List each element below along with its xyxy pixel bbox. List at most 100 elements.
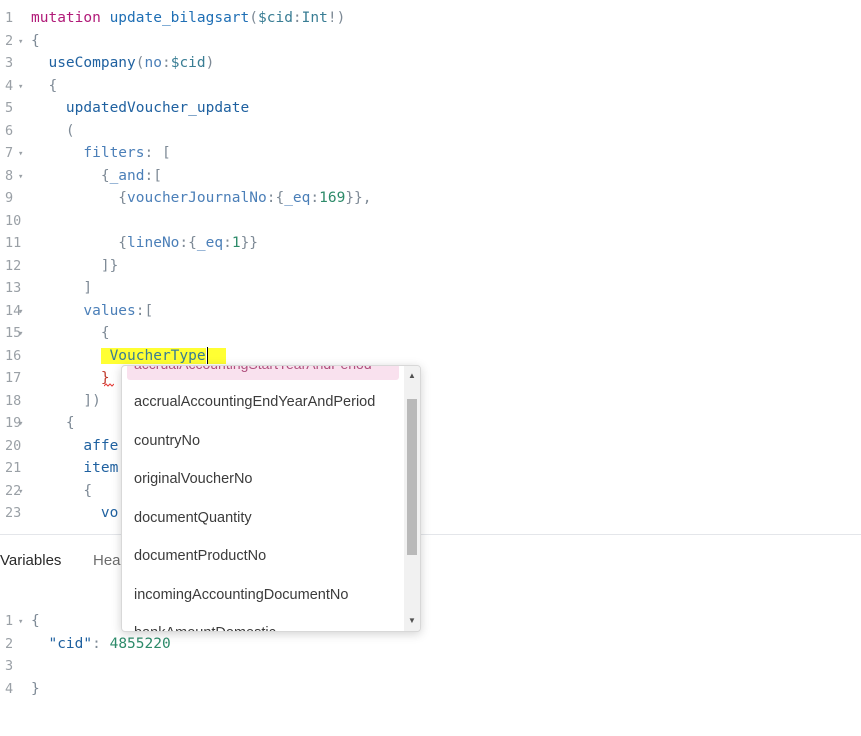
code-token: :[ xyxy=(144,167,162,184)
autocomplete-item-partial[interactable]: accrualAccountingStartYearAndPeriod xyxy=(127,366,399,380)
variables-line: 4} xyxy=(0,678,861,700)
autocomplete-item[interactable]: originalVoucherNo xyxy=(134,471,253,487)
line-number: 15 xyxy=(5,325,22,341)
code-text: {lineNo:{_eq:1}} xyxy=(31,232,258,254)
code-token: { xyxy=(31,415,75,431)
code-token: voucherJournalNo xyxy=(127,190,267,206)
code-text: filters: [ xyxy=(31,142,170,164)
code-token: ]} xyxy=(31,257,119,274)
fold-arrow-icon[interactable]: ▾ xyxy=(18,31,23,53)
scroll-up-arrow-icon[interactable]: ▲ xyxy=(404,368,420,384)
fold-arrow-icon[interactable]: ▾ xyxy=(18,413,23,435)
fold-arrow-icon[interactable]: ▾ xyxy=(18,143,23,165)
highlighted-token xyxy=(208,347,226,364)
code-token: 1 xyxy=(231,235,241,251)
line-number: 13 xyxy=(5,280,22,296)
editor-line: 6 ( xyxy=(0,120,861,142)
editor-line: 2 ▾ { xyxy=(0,30,861,52)
code-token: vo xyxy=(100,505,119,521)
autocomplete-item[interactable]: bankAmountDomestic xyxy=(134,625,276,631)
highlighted-token: VoucherType xyxy=(100,347,206,364)
line-number: 17 xyxy=(5,370,22,386)
code-text: values:[ xyxy=(31,300,153,322)
code-token: ) xyxy=(205,55,215,71)
fold-arrow-icon[interactable]: ▾ xyxy=(18,166,23,188)
editor-line: 1 mutation update_bilagsart($cid:Int!) xyxy=(0,7,861,29)
fold-arrow-icon[interactable]: ▾ xyxy=(18,611,23,633)
code-text: { xyxy=(31,75,57,97)
line-number: 18 xyxy=(5,392,22,409)
code-token: { xyxy=(31,482,93,499)
code-token: $cid xyxy=(170,55,206,71)
scroll-down-arrow-icon[interactable]: ▼ xyxy=(404,613,420,629)
autocomplete-item[interactable]: accrualAccountingEndYearAndPeriod xyxy=(134,394,375,410)
line-number: 3 xyxy=(5,55,14,71)
code-token: item xyxy=(83,460,119,476)
line-number: 10 xyxy=(5,212,22,229)
code-text: ] xyxy=(31,277,92,299)
code-token: !) xyxy=(327,10,346,26)
code-token: affe xyxy=(83,437,119,454)
scrollbar-thumb[interactable] xyxy=(407,399,417,555)
line-number: 11 xyxy=(5,235,22,251)
code-token: _eq xyxy=(196,235,224,251)
variables-line: 2 "cid": 4855220 xyxy=(0,633,861,655)
autocomplete-item[interactable]: incomingAccountingDocumentNo xyxy=(134,587,348,603)
code-text: {voucherJournalNo:{_eq:169}}, xyxy=(31,187,371,209)
editor-line: 3 useCompany(no:$cid) xyxy=(0,52,861,74)
code-token: } xyxy=(31,680,40,697)
line-number: 2 xyxy=(5,635,14,652)
code-token: ]) xyxy=(31,392,101,409)
code-token: Int xyxy=(301,10,328,26)
fold-arrow-icon[interactable]: ▾ xyxy=(18,301,23,323)
code-text: vo xyxy=(31,502,118,524)
editor-line: 5 updatedVoucher_update xyxy=(0,97,861,119)
code-text: {_and:[ xyxy=(31,165,162,187)
code-text: ]} xyxy=(31,255,118,277)
autocomplete-item[interactable]: documentQuantity xyxy=(134,510,252,526)
code-text: { xyxy=(31,322,110,344)
code-token: { xyxy=(31,167,110,184)
line-number: 6 xyxy=(5,122,14,139)
editor-line: 14 ▾ values:[ xyxy=(0,300,861,322)
autocomplete-list: accrualAccountingStartYearAndPeriod accr… xyxy=(122,366,403,631)
autocomplete-popup[interactable]: accrualAccountingStartYearAndPeriod accr… xyxy=(121,365,421,632)
autocomplete-item[interactable]: documentProductNo xyxy=(134,548,266,564)
code-token: _and xyxy=(109,167,145,184)
fold-arrow-icon[interactable]: ▾ xyxy=(18,481,23,503)
code-token: { xyxy=(31,32,40,49)
line-number: 1 xyxy=(5,613,14,629)
code-token: update_bilagsart xyxy=(109,10,250,26)
code-text: { xyxy=(31,30,40,52)
tab-variables[interactable]: Variables xyxy=(0,552,61,569)
fold-arrow-icon[interactable]: ▾ xyxy=(18,323,23,345)
autocomplete-item[interactable]: countryNo xyxy=(134,433,200,449)
editor-line: 10 xyxy=(0,210,861,232)
code-token: values xyxy=(83,302,136,319)
code-text: VoucherType xyxy=(31,345,226,367)
line-number: 1 xyxy=(5,10,14,26)
code-token: : xyxy=(161,55,171,71)
code-text: { xyxy=(31,610,40,632)
tab-headers[interactable]: Hea xyxy=(93,552,121,569)
line-number: 5 xyxy=(5,100,14,116)
code-token: ( xyxy=(135,55,145,71)
editor-line: 15 ▾ { xyxy=(0,322,861,344)
code-token: : xyxy=(92,635,110,652)
autocomplete-scrollbar[interactable]: ▲ ▼ xyxy=(404,366,420,631)
fold-arrow-icon[interactable]: ▾ xyxy=(18,76,23,98)
code-token: { xyxy=(31,77,58,94)
line-number: 3 xyxy=(5,658,14,674)
line-number: 19 xyxy=(5,415,22,431)
code-token: ( xyxy=(31,122,75,139)
line-number: 7 xyxy=(5,145,14,161)
code-token: : xyxy=(310,190,320,206)
